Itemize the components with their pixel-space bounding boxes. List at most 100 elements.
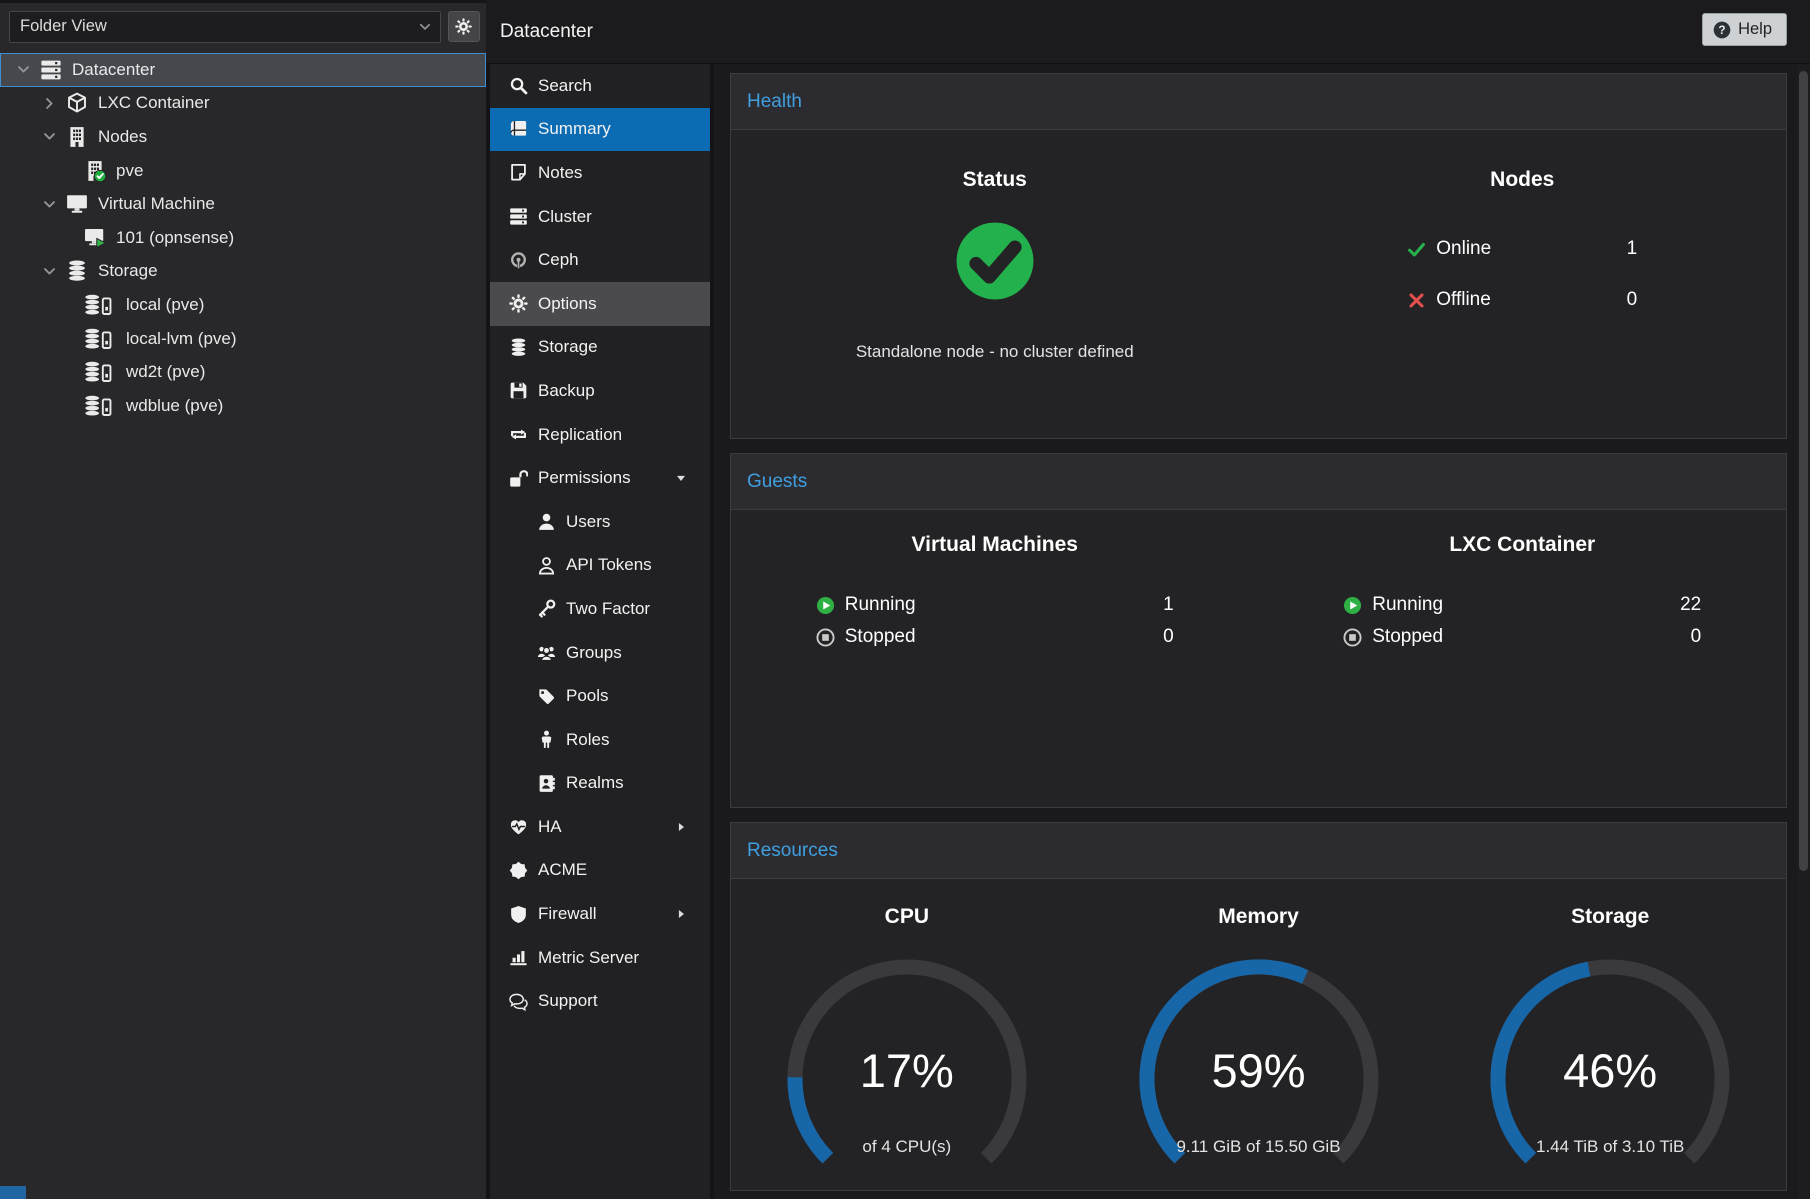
gear-icon: [506, 294, 530, 313]
cluster-status-column: Status Standalone node - no cluster defi…: [731, 168, 1259, 362]
nav-item-label: HA: [538, 817, 562, 837]
lxc-heading: LXC Container: [1449, 532, 1595, 558]
nav-item-label: Ceph: [538, 250, 579, 270]
nav-item[interactable]: Options: [490, 282, 710, 326]
chevron-down-icon[interactable]: [16, 62, 40, 77]
nav-item[interactable]: Notes: [490, 151, 710, 195]
user-icon: [534, 512, 558, 531]
tree-item[interactable]: local-lvm (pve): [0, 322, 486, 356]
stop-circle-icon: [816, 628, 835, 647]
stop-circle-icon: [1343, 628, 1362, 647]
tree-item[interactable]: local (pve): [0, 288, 486, 322]
nav-item-label: Backup: [538, 381, 595, 401]
nav-item[interactable]: Summary: [490, 108, 710, 152]
tree-item-label: wd2t (pve): [126, 362, 205, 382]
nav-item[interactable]: Metric Server: [490, 936, 710, 980]
nav-item[interactable]: ACME: [490, 849, 710, 893]
nav-item-label: API Tokens: [566, 555, 652, 575]
nav-item[interactable]: Groups: [490, 631, 710, 675]
nav-item-label: ACME: [538, 860, 587, 880]
tree-settings-button[interactable]: [448, 11, 480, 42]
tree-toolbar: Folder View: [0, 3, 486, 50]
guest-status-row: Running 1: [816, 590, 1174, 620]
nav-item[interactable]: Backup: [490, 369, 710, 413]
gauge-percent: 46%: [1480, 1043, 1740, 1098]
ceph-icon: [506, 251, 530, 270]
nav-item[interactable]: Storage: [490, 326, 710, 370]
tree-item[interactable]: wdblue (pve): [0, 389, 486, 423]
chart-icon: [506, 948, 530, 967]
nav-item[interactable]: Two Factor: [490, 587, 710, 631]
resources-panel: Resources CPU 17% of 4: [730, 822, 1787, 1191]
guest-status-row: Running 22: [1343, 590, 1701, 620]
tree-item[interactable]: wd2t (pve): [0, 355, 486, 389]
nav-item-label: Replication: [538, 425, 622, 445]
gear-icon: [455, 18, 472, 35]
page-title: Datacenter: [500, 21, 593, 43]
addressbook-icon: [534, 774, 558, 793]
node-status-row: Offline 0: [1407, 279, 1637, 321]
play-circle-icon: [1343, 596, 1362, 615]
nodes-heading: Nodes: [1490, 168, 1554, 192]
tree-item[interactable]: Datacenter: [0, 53, 486, 87]
lxc-rows: Running 22 Stopped 0: [1343, 590, 1701, 652]
nav-item[interactable]: API Tokens: [490, 544, 710, 588]
nav-item-label: Groups: [566, 643, 622, 663]
nav-item-label: Summary: [538, 119, 611, 139]
proxmox-app: Folder View Datacenter LXC Container: [0, 0, 1810, 1199]
tree-item[interactable]: Storage: [0, 255, 486, 289]
nav-item[interactable]: HA: [490, 805, 710, 849]
person-icon: [534, 730, 558, 749]
nav-item[interactable]: Ceph: [490, 238, 710, 282]
row-label: Stopped: [1372, 626, 1443, 648]
scrollbar-thumb[interactable]: [1799, 71, 1808, 871]
shield-icon: [506, 905, 530, 924]
caret-right-icon: [674, 820, 688, 834]
tag-icon: [534, 687, 558, 706]
nav-item[interactable]: Roles: [490, 718, 710, 762]
key-icon: [534, 599, 558, 618]
tree-item[interactable]: pve: [0, 154, 486, 188]
tree-item[interactable]: Nodes: [0, 120, 486, 154]
help-button[interactable]: Help: [1702, 13, 1787, 46]
gauge-title: Memory: [1218, 905, 1299, 929]
chevron-down-icon[interactable]: [42, 129, 66, 144]
view-mode-select[interactable]: Folder View: [9, 11, 441, 43]
node-status-row: Online 1: [1407, 228, 1637, 270]
server-icon: [40, 59, 66, 81]
nav-item[interactable]: Users: [490, 500, 710, 544]
nav-item[interactable]: Search: [490, 64, 710, 108]
tree-item-label: LXC Container: [98, 93, 210, 113]
status-ok-icon: [954, 220, 1036, 302]
user-o-icon: [534, 556, 558, 575]
row-value: 1: [1627, 238, 1638, 260]
nav-item[interactable]: Pools: [490, 674, 710, 718]
tree-item[interactable]: Virtual Machine: [0, 187, 486, 221]
resource-gauges: CPU 17% of 4 CPU(s) Memory: [731, 879, 1786, 1169]
badge-icon: [506, 861, 530, 880]
nav-item[interactable]: Support: [490, 979, 710, 1023]
tree-item[interactable]: 101 (opnsense): [0, 221, 486, 255]
content-scrollbar[interactable]: [1797, 64, 1810, 1199]
db-drive-icon: [84, 328, 120, 350]
chevron-right-icon[interactable]: [42, 96, 66, 111]
help-button-label: Help: [1738, 20, 1772, 39]
tree-item[interactable]: LXC Container: [0, 87, 486, 121]
building-icon: [66, 126, 92, 148]
chevron-down-icon[interactable]: [42, 264, 66, 279]
nav-item[interactable]: Realms: [490, 762, 710, 806]
row-label: Running: [845, 594, 916, 616]
chevron-down-icon[interactable]: [42, 197, 66, 212]
nav-item[interactable]: Firewall: [490, 892, 710, 936]
tree-item-label: wdblue (pve): [126, 396, 223, 416]
nav-item[interactable]: Cluster: [490, 195, 710, 239]
nav-item[interactable]: Permissions: [490, 456, 710, 500]
resources-panel-title: Resources: [747, 840, 838, 862]
caret-right-icon: [674, 907, 688, 921]
desktop-icon: [66, 193, 92, 215]
guest-status-row: Stopped 0: [1343, 622, 1701, 652]
resource-gauge: Memory 59% 9.11 GiB of 15.50 GiB: [1083, 905, 1435, 1169]
db-icon: [66, 260, 92, 282]
health-panel-header: Health: [731, 74, 1786, 130]
nav-item[interactable]: Replication: [490, 413, 710, 457]
